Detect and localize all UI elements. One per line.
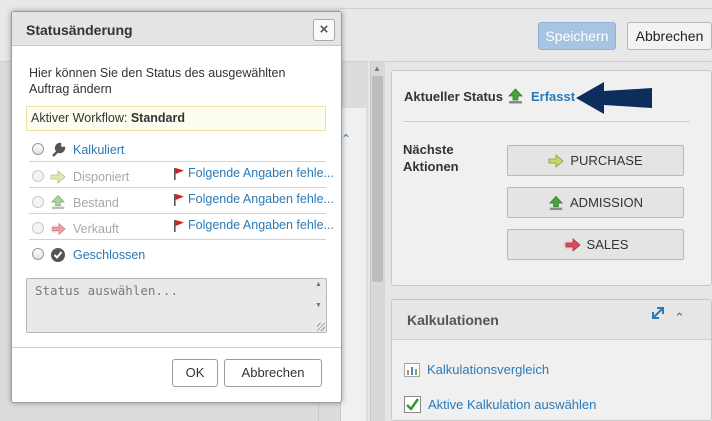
expand-icon[interactable]	[651, 306, 665, 320]
admission-button[interactable]: ADMISSION	[507, 187, 684, 218]
row-divider	[29, 213, 326, 214]
upload-icon	[51, 194, 65, 210]
row-divider	[29, 187, 326, 188]
collapse-icon[interactable]: ⌃	[674, 310, 685, 326]
status-label-bestand: Bestand	[73, 196, 119, 210]
dialog-cancel-button[interactable]: Abbrechen	[224, 359, 322, 387]
status-label-geschlossen[interactable]: Geschlossen	[73, 248, 145, 262]
close-icon[interactable]: ×	[313, 19, 335, 41]
checkbox-checked-icon	[404, 396, 421, 413]
left-card-collapse-icon[interactable]: ⌃	[341, 132, 351, 146]
workflow-label: Aktiver Workflow:	[31, 111, 128, 125]
row-divider	[29, 161, 326, 162]
cancel-button[interactable]: Abbrechen	[627, 22, 712, 50]
status-radio-verkauft[interactable]	[32, 222, 44, 234]
textarea-placeholder: Status auswählen...	[35, 283, 178, 298]
toolbar-divider	[340, 8, 712, 9]
workflow-info: Aktiver Workflow: Standard	[26, 106, 326, 131]
calc-compare-label: Kalkulationsvergleich	[427, 362, 550, 377]
status-label-verkauft: Verkauft	[73, 222, 119, 236]
textarea-scroll-down-icon[interactable]: ▼	[315, 302, 322, 309]
row-divider	[29, 239, 326, 240]
purchase-button[interactable]: PURCHASE	[507, 145, 684, 176]
upload-icon	[549, 195, 563, 210]
sales-button[interactable]: SALES	[507, 229, 684, 260]
textarea-scroll-up-icon[interactable]: ▲	[315, 281, 322, 288]
status-textarea[interactable]: Status auswählen...	[26, 278, 327, 333]
missing-info-text: Folgende Angaben fehle...	[188, 218, 334, 232]
select-active-calc-label: Aktive Kalkulation auswählen	[428, 397, 597, 412]
card-divider	[403, 121, 690, 122]
save-button[interactable]: Speichern	[538, 22, 616, 50]
status-radio-kalkuliert[interactable]	[32, 143, 44, 155]
missing-info-text: Folgende Angaben fehle...	[188, 192, 334, 206]
current-status-label: Aktueller Status	[404, 89, 503, 104]
status-radio-disponiert[interactable]	[32, 170, 44, 182]
status-label-disponiert: Disponiert	[73, 170, 130, 184]
left-card	[340, 108, 366, 421]
flag-icon	[174, 167, 184, 180]
admission-label: ADMISSION	[570, 195, 643, 210]
arrow-out-icon	[50, 222, 66, 236]
ok-button[interactable]: OK	[172, 359, 218, 387]
missing-info-link-disponiert[interactable]: Folgende Angaben fehle...	[173, 166, 334, 180]
next-actions-label: Nächste Aktionen	[403, 142, 459, 174]
workflow-value: Standard	[130, 111, 185, 125]
status-label-kalkuliert[interactable]: Kalkuliert	[73, 143, 124, 157]
flag-icon	[174, 219, 184, 232]
dialog-description: Hier können Sie den Status des ausgewähl…	[29, 66, 286, 96]
check-circle-icon	[51, 248, 65, 262]
arrow-right-icon	[548, 153, 564, 168]
purchase-label: PURCHASE	[570, 153, 643, 168]
status-radio-bestand[interactable]	[32, 196, 44, 208]
select-active-calc-link[interactable]: Aktive Kalkulation auswählen	[404, 396, 596, 413]
missing-info-link-bestand[interactable]: Folgende Angaben fehle...	[173, 192, 334, 206]
bar-chart-icon	[404, 362, 420, 377]
scrollbar-thumb[interactable]	[372, 76, 383, 282]
upload-icon	[508, 88, 523, 104]
missing-info-text: Folgende Angaben fehle...	[188, 166, 334, 180]
calculation-title: Kalkulationen	[407, 312, 499, 328]
status-radio-geschlossen[interactable]	[32, 248, 44, 260]
dialog-title: Statusänderung	[26, 22, 133, 38]
arrow-out-icon	[563, 237, 581, 252]
wrench-icon	[52, 142, 66, 157]
arrow-right-icon	[50, 170, 66, 184]
current-status-link[interactable]: Erfasst	[531, 89, 575, 104]
dialog-footer-divider	[12, 347, 341, 348]
resize-grip-icon[interactable]	[317, 323, 325, 331]
missing-info-link-verkauft[interactable]: Folgende Angaben fehle...	[173, 218, 334, 232]
scroll-up-icon[interactable]: ▲	[373, 64, 381, 73]
pointer-arrow-icon	[576, 82, 652, 114]
calc-compare-link[interactable]: Kalkulationsvergleich	[404, 362, 549, 377]
flag-icon	[174, 193, 184, 206]
sales-label: SALES	[586, 237, 629, 252]
